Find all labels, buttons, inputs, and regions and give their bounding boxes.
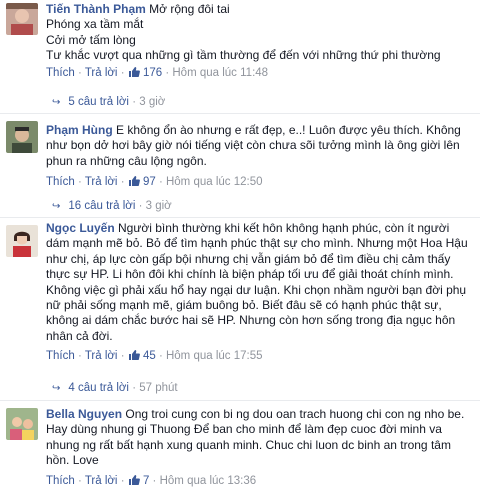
comment-meta: Thích · Trả lời · 7 · Hôm qua lúc 13:36 [46,474,472,491]
avatar[interactable] [6,408,38,440]
divider [0,400,480,401]
timestamp[interactable]: Hôm qua lúc 17:55 [166,350,263,362]
comment-author[interactable]: Bella Nguyen [46,407,122,421]
timestamp[interactable]: Hôm qua lúc 11:48 [172,67,268,79]
like-link[interactable]: Thích [46,67,75,79]
comment-1: Tiến Thành Phạm Mở rộng đôi tai Phóng xa… [0,0,480,92]
avatar[interactable] [6,121,38,153]
comment-2: Phạm Hùng E không ổn ào nhưng e rất đẹp,… [0,116,480,192]
timestamp[interactable]: Hôm qua lúc 12:50 [166,176,263,188]
reply-arrow-icon: ↪ [52,383,61,394]
comment-meta: Thích · Trả lời · 45 · Hôm qua lúc 17:55 [46,349,472,366]
like-count[interactable]: 7 [143,475,149,487]
reply-link[interactable]: Trả lời [85,350,118,362]
thumbs-up-icon[interactable] [128,474,140,491]
reply-link[interactable]: Trả lời [85,67,118,79]
replies-time: 3 giờ [139,96,166,108]
like-link[interactable]: Thích [46,176,75,188]
timestamp[interactable]: Hôm qua lúc 13:36 [160,475,257,487]
comment-author[interactable]: Tiến Thành Phạm [46,2,146,16]
reply-arrow-icon: ↪ [52,201,61,212]
view-replies-link[interactable]: ↪ 5 câu trả lời · 3 giờ [52,96,165,108]
thumbs-up-icon[interactable] [128,175,140,192]
avatar[interactable] [6,225,38,257]
view-replies-link[interactable]: ↪ 4 câu trả lời · 57 phút [52,382,178,394]
comment-text: Người bình thường khi kết hôn không hạnh… [46,221,471,343]
like-link[interactable]: Thích [46,475,75,487]
reply-link[interactable]: Trả lời [85,176,118,188]
comment-meta: Thích · Trả lời · 97 · Hôm qua lúc 12:50 [46,175,472,192]
view-replies-link[interactable]: ↪ 16 câu trả lời · 3 giờ [52,200,172,212]
replies-time: 3 giờ [145,200,172,212]
divider [0,217,480,218]
thumbs-up-icon[interactable] [128,349,140,366]
replies-time: 57 phút [139,382,178,394]
like-link[interactable]: Thích [46,350,75,362]
comment-4: Bella Nguyen Ong troi cung con bi ng dou… [0,404,480,498]
like-count[interactable]: 45 [143,350,156,362]
divider [0,113,480,114]
comment-3: Ngọc Luyến Người bình thường khi kết hôn… [0,220,480,370]
reply-link[interactable]: Trả lời [85,475,118,487]
thumbs-up-icon[interactable] [128,66,140,83]
avatar[interactable] [6,3,38,35]
like-count[interactable]: 97 [143,176,156,188]
comment-author[interactable]: Ngọc Luyến [46,221,115,235]
like-count[interactable]: 176 [143,67,162,79]
reply-arrow-icon: ↪ [52,97,61,108]
comment-author[interactable]: Phạm Hùng [46,123,113,137]
comment-meta: Thích · Trả lời · 176 · Hôm qua lúc 11:4… [46,66,472,83]
